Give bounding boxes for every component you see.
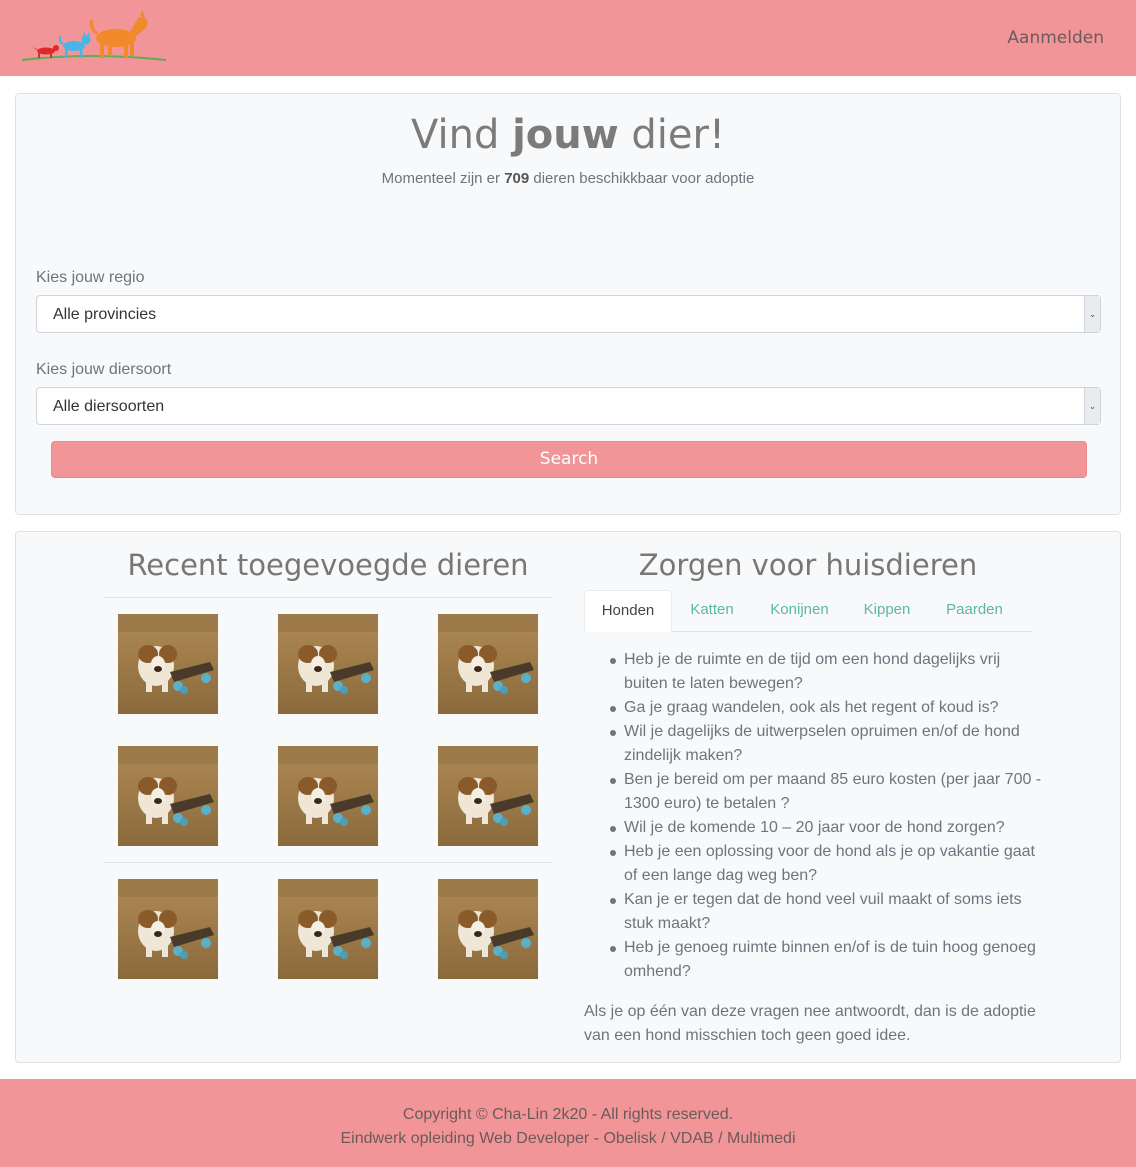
animal-count: 709: [504, 170, 530, 187]
title-bold: jouw: [512, 112, 619, 158]
list-item: Wil je dagelijks de uitwerpselen opruime…: [606, 720, 1046, 768]
care-note: Als je op één van deze vragen nee antwoo…: [584, 1003, 1036, 1044]
animal-thumbnail[interactable]: [278, 614, 378, 714]
puppy-skateboard-photo: [278, 614, 378, 714]
subtitle-prefix: Momenteel zijn er: [381, 170, 505, 187]
copyright-text: Copyright © Cha-Lin 2k20 - All rights re…: [402, 1106, 734, 1123]
animal-thumbnail[interactable]: [278, 746, 378, 846]
list-item: Ga je graag wandelen, ook als het regent…: [606, 696, 1046, 720]
login-link[interactable]: Aanmelden: [1007, 28, 1104, 48]
list-item: Ben je bereid om per maand 85 euro koste…: [606, 768, 1046, 816]
animal-thumbnail[interactable]: [438, 879, 538, 979]
title-prefix: Vind: [411, 112, 513, 158]
divider: [104, 862, 552, 863]
chevron-down-icon[interactable]: ⌄: [1084, 388, 1100, 424]
puppy-skateboard-photo: [118, 614, 218, 714]
tab-katten[interactable]: Katten: [672, 590, 752, 632]
navbar: Aanmelden: [0, 0, 1136, 76]
credits-text: Eindwerk opleiding Web Developer - Obeli…: [340, 1130, 796, 1147]
animal-thumbnail[interactable]: [118, 879, 218, 979]
region-select[interactable]: Alle provincies ⌄: [36, 295, 1101, 333]
animal-thumbnail[interactable]: [278, 879, 378, 979]
list-item: Wil je de komende 10 – 20 jaar voor de h…: [606, 816, 1046, 840]
site-logo[interactable]: [20, 10, 170, 66]
care-questions-list: Heb je de ruimte en de tijd om een hond …: [606, 648, 1046, 984]
list-item: Heb je een oplossing voor de hond als je…: [606, 840, 1046, 888]
subtitle-suffix: dieren beschikkbaar voor adoptie: [529, 170, 755, 187]
list-item: Heb je de ruimte en de tijd om een hond …: [606, 648, 1046, 696]
pet-care-title: Zorgen voor huisdieren: [638, 548, 978, 582]
search-button[interactable]: Search: [51, 441, 1087, 478]
puppy-skateboard-photo: [118, 879, 218, 979]
info-card: Recent toegevoegde dieren Zorgen voor hu…: [15, 531, 1121, 1063]
tab-konijnen[interactable]: Konijnen: [752, 590, 847, 632]
chevron-down-icon[interactable]: ⌄: [1084, 296, 1100, 332]
list-item: Kan je er tegen dat de hond veel vuil ma…: [606, 888, 1046, 936]
footer: Copyright © Cha-Lin 2k20 - All rights re…: [0, 1079, 1136, 1167]
puppy-skateboard-photo: [438, 614, 538, 714]
page-title: Vind jouw dier!: [16, 112, 1120, 158]
region-selected-value: Alle provincies: [53, 306, 157, 323]
animal-thumbnail[interactable]: [118, 614, 218, 714]
species-tabs: Honden Katten Konijnen Kippen Paarden: [584, 590, 1032, 632]
species-select[interactable]: Alle diersoorten ⌄: [36, 387, 1101, 425]
region-label: Kies jouw regio: [36, 269, 145, 286]
animal-thumbnail[interactable]: [118, 746, 218, 846]
tab-kippen[interactable]: Kippen: [847, 590, 927, 632]
puppy-skateboard-photo: [278, 746, 378, 846]
available-count-text: Momenteel zijn er 709 dieren beschikkbaa…: [16, 170, 1120, 187]
divider: [104, 597, 552, 598]
animals-logo-icon: [21, 10, 167, 61]
list-item: Heb je genoeg ruimte binnen en/of is de …: [606, 936, 1046, 984]
puppy-skateboard-photo: [438, 879, 538, 979]
species-selected-value: Alle diersoorten: [53, 398, 165, 415]
recent-animals-title: Recent toegevoegde dieren: [127, 548, 529, 582]
species-label: Kies jouw diersoort: [36, 361, 172, 378]
puppy-skateboard-photo: [118, 746, 218, 846]
tab-paarden[interactable]: Paarden: [927, 590, 1022, 632]
title-suffix: dier!: [618, 112, 725, 158]
search-card: Vind jouw dier! Momenteel zijn er 709 di…: [15, 93, 1121, 515]
animal-thumbnail[interactable]: [438, 746, 538, 846]
animal-thumbnail[interactable]: [438, 614, 538, 714]
puppy-skateboard-photo: [438, 746, 538, 846]
puppy-skateboard-photo: [278, 879, 378, 979]
tab-honden[interactable]: Honden: [584, 590, 672, 632]
